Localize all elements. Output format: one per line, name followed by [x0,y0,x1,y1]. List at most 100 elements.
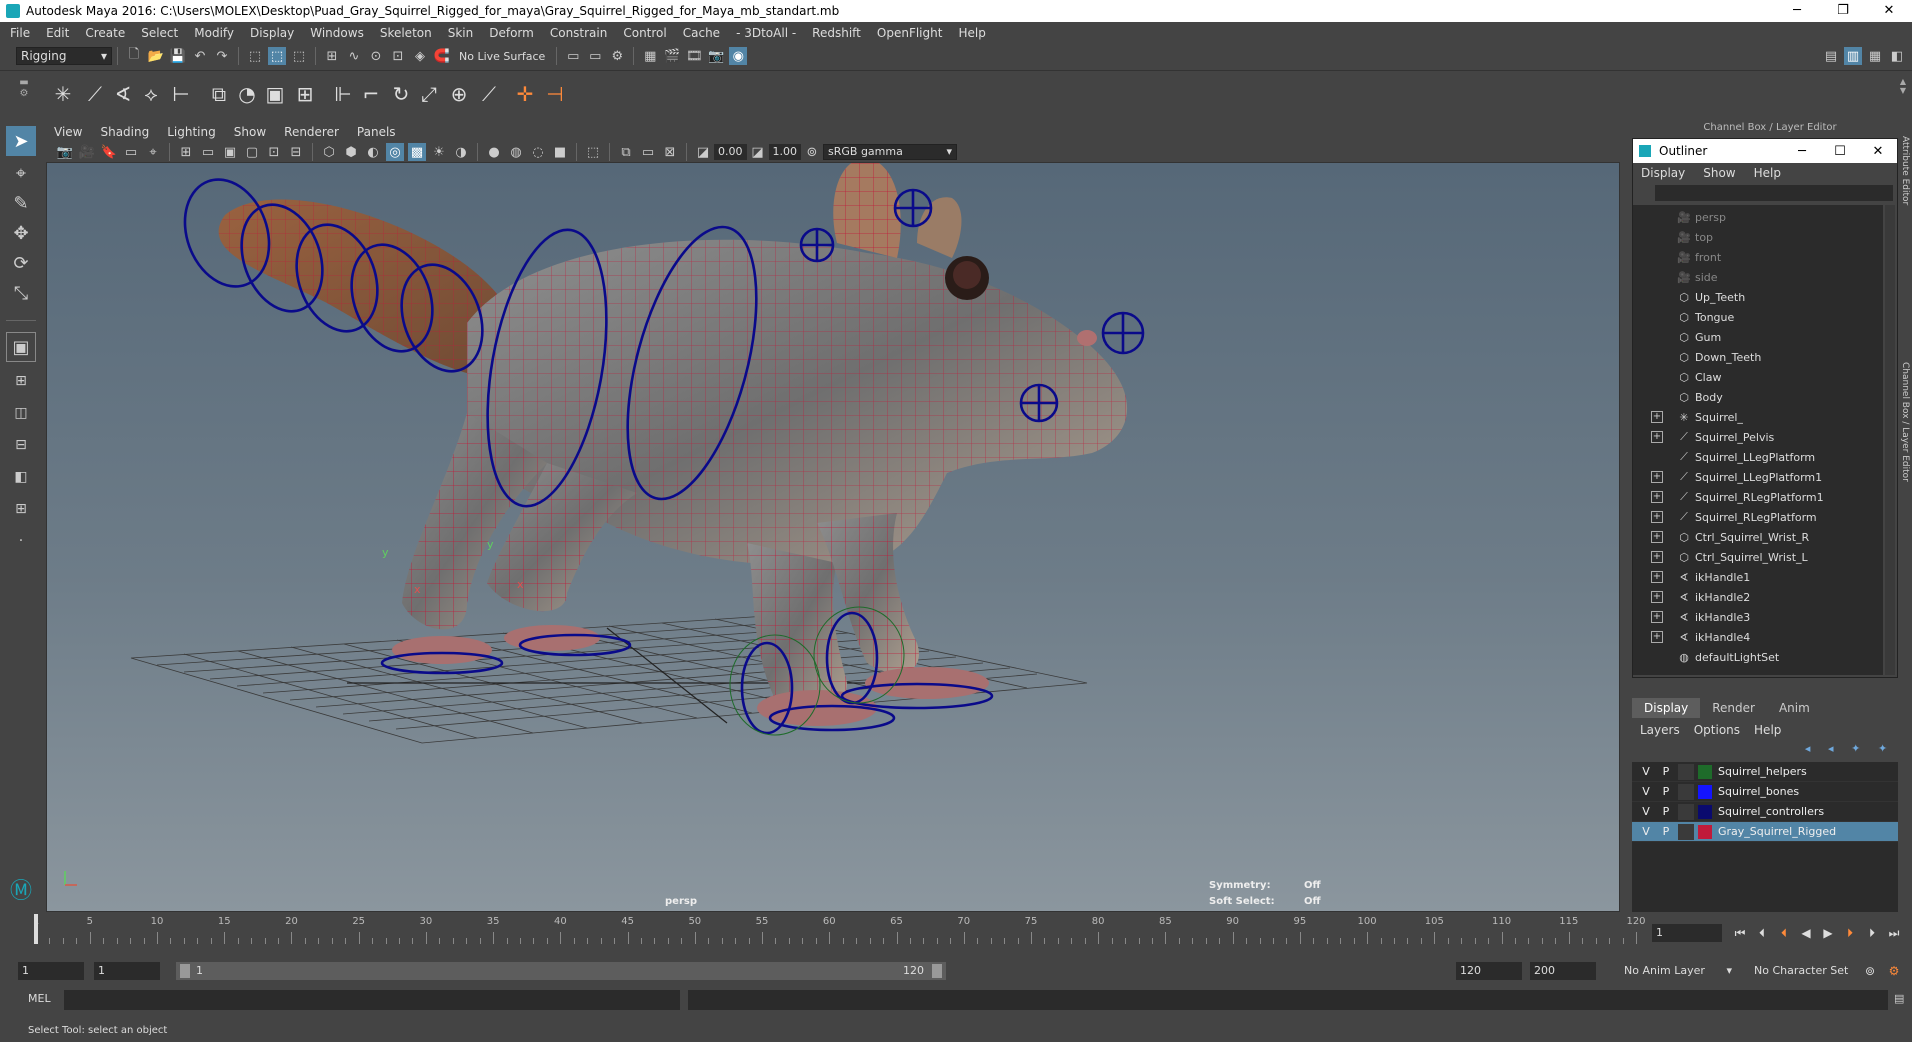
outliner-scrollbar[interactable] [1885,205,1895,675]
menuset-dropdown[interactable]: Rigging ▾ [16,47,112,65]
select-camera-icon[interactable]: 📷 [56,143,74,161]
animation-start-field[interactable]: 1 [18,962,84,980]
render-frame-icon[interactable]: 🎬 [663,47,681,65]
render-settings-icon[interactable]: ▦ [641,47,659,65]
expand-icon[interactable]: + [1651,611,1663,623]
scale-constraint-icon[interactable]: ⤢ [414,79,444,109]
menu-3dtoall[interactable]: - 3DtoAll - [736,26,796,40]
field-chart-icon[interactable]: ⊡ [265,143,283,161]
depth-of-field-icon[interactable]: ■ [551,143,569,161]
channel-box-side-tab[interactable]: Channel Box / Layer Editor [1900,362,1910,562]
input-ops-icon[interactable]: ▭ [564,47,582,65]
outliner-maximize-button[interactable]: ☐ [1821,144,1859,159]
script-editor-icon[interactable]: ▤ [1894,992,1910,1008]
menu-windows[interactable]: Windows [310,26,364,40]
vp-menu-show[interactable]: Show [234,125,266,139]
channel-box-toggle-icon[interactable]: ◧ [1888,47,1906,65]
redo-icon[interactable]: ↷ [213,47,231,65]
expand-icon[interactable]: + [1651,591,1663,603]
motion-blur-icon[interactable]: ◍ [507,143,525,161]
layer-display-type-toggle[interactable] [1678,803,1694,820]
outliner-minimize-button[interactable]: ─ [1783,144,1821,159]
layer-display-type-toggle[interactable] [1678,763,1694,780]
layer-row[interactable]: V P Squirrel_controllers [1632,802,1898,822]
lattice-icon[interactable]: ▣ [260,79,290,109]
layer-playback-toggle[interactable]: P [1658,785,1674,798]
xray-components-icon[interactable]: ⊠ [661,143,679,161]
menu-constrain[interactable]: Constrain [550,26,608,40]
outliner-layout-icon[interactable]: ⊞ [6,494,36,524]
play-forwards-icon[interactable]: ▶ [1818,924,1838,942]
construction-history-icon[interactable]: ⚙ [608,47,626,65]
expand-icon[interactable]: + [1651,551,1663,563]
layer-visibility-toggle[interactable]: V [1638,805,1654,818]
layer-row[interactable]: V P Squirrel_helpers [1632,762,1898,782]
menu-openflight[interactable]: OpenFlight [877,26,943,40]
exposure-field[interactable]: 0.00 [714,144,747,160]
outliner-item[interactable]: 🎥 top [1633,227,1883,247]
menu-display[interactable]: Display [250,26,294,40]
single-perspective-layout-icon[interactable]: ▣ [6,332,36,362]
tab-anim[interactable]: Anim [1767,698,1822,718]
attribute-editor-toggle-icon[interactable]: ▥ [1844,47,1862,65]
xray-icon[interactable]: ⧉ [617,143,635,161]
default-material-icon[interactable]: ◐ [364,143,382,161]
go-to-end-icon[interactable]: ⏭ [1884,924,1904,942]
snap-grid-icon[interactable]: ⊞ [323,47,341,65]
scale-tool-icon[interactable]: ⤡ [6,278,36,308]
set-driven-key-icon[interactable]: ⊣ [540,79,570,109]
layer-menu-layers[interactable]: Layers [1640,723,1680,737]
exposure-icon[interactable]: ◪ [694,143,712,161]
gamma-field[interactable]: 1.00 [768,144,801,160]
layer-playback-toggle[interactable]: P [1658,805,1674,818]
expand-icon[interactable]: + [1651,431,1663,443]
expand-icon[interactable]: + [1651,491,1663,503]
expand-icon[interactable]: + [1651,571,1663,583]
cluster-icon[interactable]: ⊞ [290,79,320,109]
camera-attributes-icon[interactable]: 🎥 [78,143,96,161]
view-transform-dropdown[interactable]: sRGB gamma ▾ [823,144,957,160]
range-slider-bar[interactable]: 1 120 [176,962,946,980]
tool-settings-toggle-icon[interactable]: ▦ [1866,47,1884,65]
paint-select-icon[interactable]: ✎ [6,188,36,218]
mel-label[interactable]: MEL [28,992,51,1005]
outliner-menu-show[interactable]: Show [1703,166,1735,180]
snap-curve-icon[interactable]: ∿ [345,47,363,65]
step-back-frame-icon[interactable]: ⏴ [1752,924,1772,942]
menu-modify[interactable]: Modify [194,26,234,40]
outliner-item[interactable]: ◍ defaultLightSet [1633,647,1883,667]
layer-row[interactable]: V P Squirrel_bones [1632,782,1898,802]
move-layer-up-icon[interactable]: ◂ [1805,742,1811,758]
screen-space-ao-icon[interactable]: ● [485,143,503,161]
bookmarks-icon[interactable]: 🔖 [100,143,118,161]
layer-display-type-toggle[interactable] [1678,823,1694,840]
pole-vector-icon[interactable]: ⟋ [474,79,504,109]
save-scene-icon[interactable]: 💾 [169,47,187,65]
menu-cache[interactable]: Cache [683,26,720,40]
close-button[interactable]: ✕ [1866,0,1912,22]
play-backwards-icon[interactable]: ◀ [1796,924,1816,942]
live-surface-label[interactable]: No Live Surface [459,50,545,63]
snap-view-icon[interactable]: ⊡ [389,47,407,65]
outliner-item[interactable]: + ⬡ Ctrl_Squirrel_Wrist_L [1633,547,1883,567]
parent-constraint-icon[interactable]: ⊩ [328,79,358,109]
outliner-item[interactable]: + ∢ ikHandle3 [1633,607,1883,627]
outliner-item[interactable]: + ⟋ Squirrel_LLegPlatform1 [1633,467,1883,487]
current-frame-field[interactable]: 1 [1652,924,1722,942]
step-forward-key-icon[interactable]: ⏵ [1840,924,1860,942]
go-to-start-icon[interactable]: ⏮ [1730,924,1750,942]
aim-constraint-icon[interactable]: ⊕ [444,79,474,109]
ipr-render-icon[interactable]: 🎞 [685,47,703,65]
layer-row[interactable]: V P Gray_Squirrel_Rigged [1632,822,1898,842]
layout-options-icon[interactable]: · [6,526,36,556]
perspective-viewport[interactable]: y x y x persp Symmetry: Off Soft Select:… [46,162,1620,912]
playback-end-field[interactable]: 120 [1456,962,1522,980]
tab-display[interactable]: Display [1632,698,1701,718]
point-constraint-icon[interactable]: ⌐ [356,79,386,109]
restore-button[interactable]: ❐ [1820,0,1866,22]
character-set-dropdown[interactable]: No Character Set [1750,962,1870,980]
snap-surface-icon[interactable]: ◈ [411,47,429,65]
range-end-handle[interactable] [932,964,942,978]
use-all-lights-icon[interactable]: ☀ [430,143,448,161]
outliner-search-input[interactable] [1655,185,1893,201]
